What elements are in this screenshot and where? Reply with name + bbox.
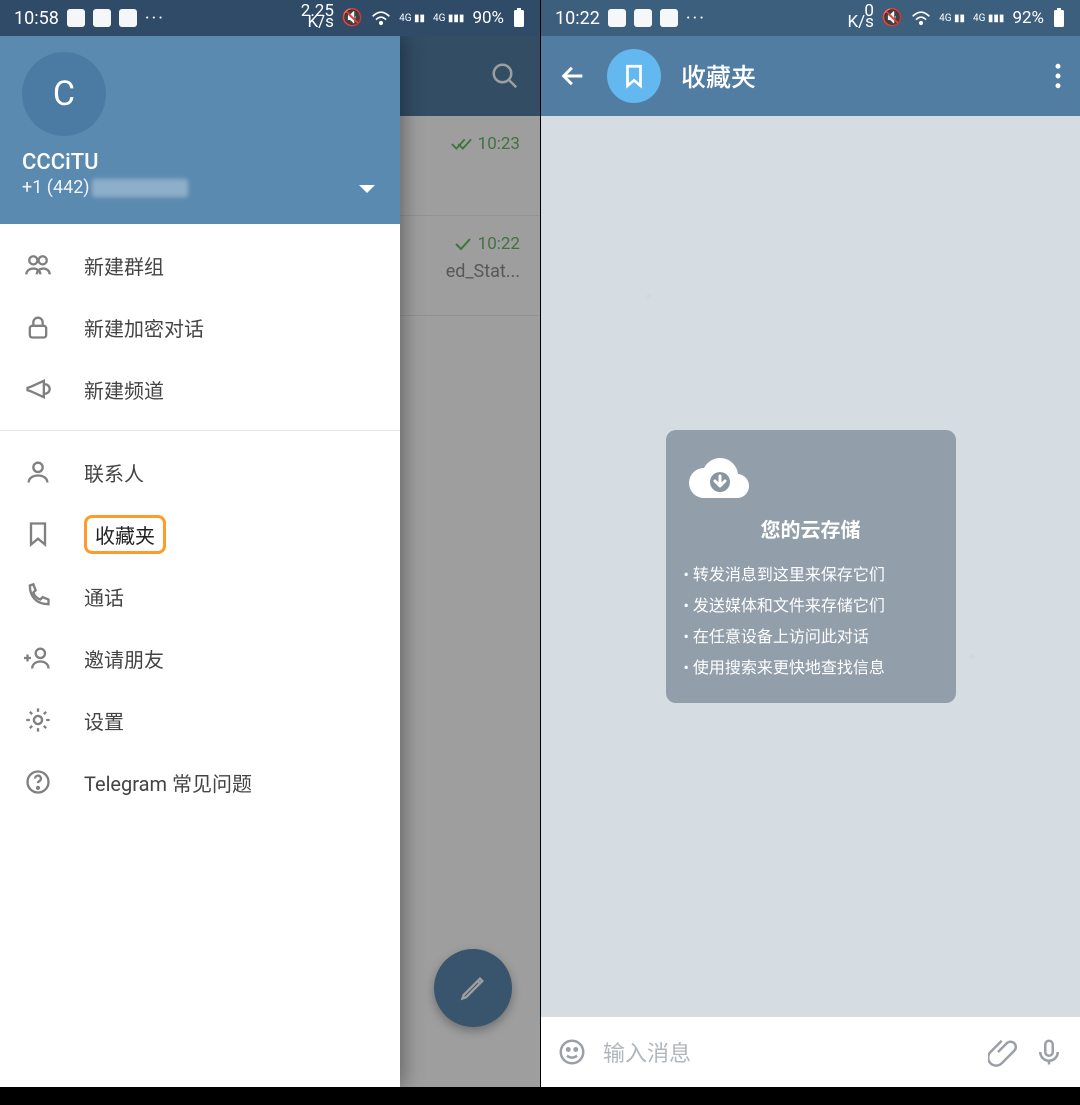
drawer-item-label: 联系人 bbox=[84, 458, 144, 487]
drawer-item-new-group[interactable]: 新建群组 bbox=[0, 234, 400, 296]
lock-icon bbox=[24, 313, 52, 341]
chat-title: 收藏夹 bbox=[681, 58, 1034, 94]
saved-avatar[interactable] bbox=[607, 49, 661, 103]
add-person-icon bbox=[24, 644, 52, 672]
drawer-item-label: 邀请朋友 bbox=[84, 644, 164, 673]
status-battery: 92% bbox=[1012, 8, 1044, 28]
drawer-separator bbox=[0, 430, 400, 431]
avatar[interactable]: C bbox=[22, 52, 106, 136]
battery-icon bbox=[512, 8, 526, 28]
drawer-header[interactable]: C CCCiTU +1 (442) bbox=[0, 36, 400, 224]
more-icon[interactable] bbox=[1054, 63, 1062, 89]
cloud-card-bullet: 在任意设备上访问此对话 bbox=[684, 621, 938, 652]
battery-icon bbox=[1052, 8, 1066, 28]
drawer-item-saved[interactable]: 收藏夹 bbox=[0, 503, 400, 565]
signal-icon: 4G ▮▮▮ bbox=[973, 13, 1004, 24]
mic-icon[interactable] bbox=[1034, 1037, 1064, 1067]
drawer-item-contacts[interactable]: 联系人 bbox=[0, 441, 400, 503]
status-app-icon bbox=[660, 9, 678, 27]
mute-icon: 🔇 bbox=[882, 8, 903, 28]
attach-icon[interactable] bbox=[988, 1037, 1018, 1067]
emoji-icon[interactable] bbox=[557, 1037, 587, 1067]
signal-icon: 4G ▮▮▮ bbox=[433, 13, 464, 24]
drawer-item-label: Telegram 常见问题 bbox=[84, 768, 252, 797]
signal-icon: 4G ▮▮ bbox=[399, 13, 425, 24]
status-app-icon bbox=[93, 9, 111, 27]
cloud-card-title: 您的云存储 bbox=[684, 514, 938, 543]
group-icon bbox=[24, 251, 52, 279]
status-app-icon bbox=[608, 9, 626, 27]
cloud-card-bullet: 转发消息到这里来保存它们 bbox=[684, 559, 938, 590]
signal-icon: 4G ▮▮ bbox=[939, 13, 965, 24]
cloud-card-bullet: 发送媒体和文件来存储它们 bbox=[684, 590, 938, 621]
status-app-icon bbox=[67, 9, 85, 27]
account-name: CCCiTU bbox=[22, 150, 378, 175]
chevron-down-icon[interactable] bbox=[358, 184, 376, 196]
status-more-dots: ··· bbox=[686, 8, 706, 29]
gear-icon bbox=[24, 706, 52, 734]
wifi-icon bbox=[911, 10, 931, 26]
cloud-card-bullet: 使用搜索来更快地查找信息 bbox=[684, 652, 938, 683]
status-battery: 90% bbox=[472, 8, 504, 28]
back-icon[interactable] bbox=[559, 62, 587, 90]
navigation-drawer: C CCCiTU +1 (442) 新建群组 bbox=[0, 36, 400, 1087]
mute-icon: 🔇 bbox=[342, 8, 363, 28]
message-input[interactable]: 输入消息 bbox=[603, 1036, 972, 1068]
cloud-download-icon bbox=[684, 452, 938, 502]
status-time: 10:22 bbox=[555, 8, 600, 29]
drawer-item-calls[interactable]: 通话 bbox=[0, 565, 400, 627]
drawer-item-label: 新建频道 bbox=[84, 375, 164, 404]
drawer-item-label-highlighted: 收藏夹 bbox=[84, 515, 166, 554]
drawer-item-invite[interactable]: 邀请朋友 bbox=[0, 627, 400, 689]
drawer-item-label: 通话 bbox=[84, 582, 124, 611]
bookmark-icon bbox=[621, 63, 647, 89]
person-icon bbox=[24, 458, 52, 486]
status-time: 10:58 bbox=[14, 8, 59, 29]
drawer-item-new-channel[interactable]: 新建频道 bbox=[0, 358, 400, 420]
help-icon bbox=[24, 768, 52, 796]
chat-header: 收藏夹 bbox=[541, 36, 1080, 116]
android-nav-bar bbox=[541, 1087, 1080, 1105]
android-nav-bar bbox=[0, 1087, 540, 1105]
drawer-item-label: 设置 bbox=[84, 706, 124, 735]
status-network-rate: 0K/s bbox=[847, 7, 873, 29]
status-bar: 10:58 ··· 2.25K/s 🔇 4G ▮▮ 4G ▮▮▮ 90% bbox=[0, 0, 540, 36]
redacted-phone-tail bbox=[92, 179, 188, 197]
status-network-rate: 2.25K/s bbox=[301, 7, 334, 29]
status-more-dots: ··· bbox=[145, 8, 165, 29]
wifi-icon bbox=[371, 10, 391, 26]
drawer-item-label: 新建群组 bbox=[84, 251, 164, 280]
bookmark-icon bbox=[24, 520, 52, 548]
drawer-item-label: 新建加密对话 bbox=[84, 313, 204, 342]
chat-body: 您的云存储 转发消息到这里来保存它们 发送媒体和文件来存储它们 在任意设备上访问… bbox=[541, 116, 1080, 1017]
phone-icon bbox=[24, 582, 52, 610]
account-phone: +1 (442) bbox=[22, 177, 378, 198]
drawer-item-new-secret[interactable]: 新建加密对话 bbox=[0, 296, 400, 358]
status-bar: 10:22 ··· 0K/s 🔇 4G ▮▮ 4G ▮▮▮ 92% bbox=[541, 0, 1080, 36]
message-input-bar: 输入消息 bbox=[541, 1017, 1080, 1087]
drawer-item-faq[interactable]: Telegram 常见问题 bbox=[0, 751, 400, 813]
status-app-icon bbox=[119, 9, 137, 27]
drawer-item-settings[interactable]: 设置 bbox=[0, 689, 400, 751]
cloud-storage-card: 您的云存储 转发消息到这里来保存它们 发送媒体和文件来存储它们 在任意设备上访问… bbox=[666, 430, 956, 704]
status-app-icon bbox=[634, 9, 652, 27]
megaphone-icon bbox=[24, 375, 52, 403]
